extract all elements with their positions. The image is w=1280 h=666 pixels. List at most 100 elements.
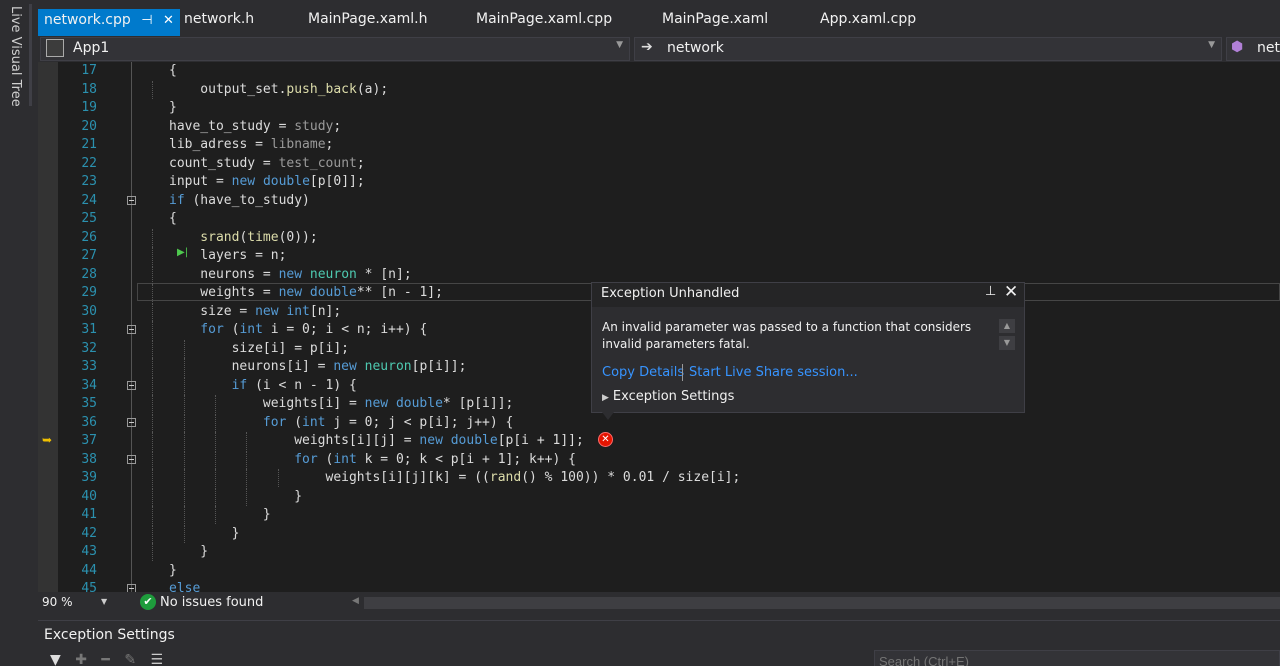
line-number: 18 [81, 81, 97, 97]
code-text: } [262, 507, 271, 522]
indent-guide [152, 80, 154, 99]
code-line[interactable]: 39 weights[i][j][k] = ((rand() % 100)) * … [38, 469, 1280, 487]
member-dropdown[interactable]: ⬢ netwo [1226, 37, 1280, 61]
line-number: 38 [81, 451, 97, 467]
code-line[interactable]: 28 neurons = new neuron * [n]; [38, 265, 1280, 284]
code-line[interactable]: 19} [38, 99, 1280, 117]
indent-guide [152, 247, 154, 265]
code-line[interactable]: 37 weights[i][j] = new double[p[i + 1]]; [38, 432, 1280, 450]
close-icon[interactable]: ✕ [1004, 282, 1018, 302]
execution-pointer-icon[interactable]: ➥ [42, 433, 52, 447]
zoom-level[interactable]: 90 % [42, 595, 73, 609]
code-text: count_study = test_count; [169, 155, 365, 171]
code-line[interactable]: 25 { [38, 210, 1280, 228]
collapse-icon[interactable] [127, 325, 136, 334]
code-text: size = new int[n]; [200, 303, 342, 319]
exception-settings-label: Exception Settings [612, 389, 735, 404]
code-line[interactable]: 24 if (have_to_study) [38, 192, 1280, 210]
indent-guide [152, 265, 154, 284]
tab-network-cpp[interactable]: network.cpp ⊣ ✕ [38, 9, 180, 36]
filter-icon[interactable]: ▼ [50, 652, 61, 666]
indent-guide [214, 413, 216, 432]
tab-app-xaml-cpp[interactable]: App.xaml.cpp [820, 9, 916, 33]
collapse-icon[interactable] [127, 417, 136, 427]
chevron-down-icon[interactable]: ▼ [101, 597, 107, 606]
indent-guide [152, 413, 154, 432]
scroll-up-icon[interactable]: ▲ [999, 319, 1015, 333]
caret-right-icon: ▶ [602, 393, 609, 403]
search-input[interactable] [875, 652, 1279, 666]
pin-icon[interactable]: ⊣ [141, 13, 152, 28]
code-text: if (i < n - 1) { [231, 377, 357, 393]
line-number: 20 [81, 118, 97, 134]
remove-icon[interactable]: ━ [101, 652, 109, 666]
class-icon: ⬢ [1231, 39, 1244, 55]
panel-toolbar: ▼ ✚ ━ ✎ ☰ [50, 652, 173, 666]
indent-guide [214, 450, 216, 469]
live-share-link[interactable]: Start Live Share session... [689, 365, 858, 380]
add-icon[interactable]: ✚ [75, 652, 87, 666]
code-line[interactable]: 22 count_study = test_count; [38, 155, 1280, 173]
exception-settings-toggle[interactable]: ▶ Exception Settings [602, 389, 734, 404]
code-text: } [169, 100, 177, 115]
pin-icon[interactable]: ⊥ [985, 284, 996, 299]
line-number: 19 [81, 100, 97, 115]
search-box[interactable] [874, 650, 1280, 666]
code-line[interactable]: 27 layers = n; [38, 247, 1280, 265]
run-to-click-icon[interactable]: ▶| [177, 247, 188, 258]
project-dropdown[interactable]: App1 ▼ [40, 37, 630, 61]
tab-mainpage-xaml-h[interactable]: MainPage.xaml.h [308, 9, 427, 33]
tab-network-h[interactable]: network.h [184, 9, 254, 33]
line-number: 42 [81, 525, 97, 541]
issues-indicator[interactable]: No issues found [160, 595, 263, 610]
code-line[interactable]: 23 input = new double[p[0]]; [38, 173, 1280, 191]
code-line[interactable]: 42} [38, 524, 1280, 543]
code-text: neurons[i] = new neuron[p[i]]; [231, 359, 467, 374]
code-text: weights[i] = new double* [p[i]]; [262, 396, 514, 411]
edit-icon[interactable]: ✎ [124, 652, 136, 666]
close-icon[interactable]: ✕ [163, 13, 174, 28]
code-line[interactable]: 18 output_set.push_back(a); [38, 80, 1280, 99]
exception-message: An invalid parameter was passed to a fun… [602, 320, 972, 351]
tab-mainpage-xaml[interactable]: MainPage.xaml [662, 9, 768, 33]
code-text: for (int i = 0; i < n; i++) { [200, 322, 428, 337]
code-line[interactable]: 21 lib_adress = libname; [38, 136, 1280, 154]
indent-guide [183, 506, 185, 524]
collapse-icon[interactable] [127, 380, 136, 390]
copy-details-link[interactable]: Copy Details [602, 365, 684, 380]
scope-dropdown[interactable]: ➔ network ▼ [634, 37, 1222, 61]
code-line[interactable]: 26 srand(time(0)); [38, 228, 1280, 247]
line-number: 39 [81, 470, 97, 485]
code-line[interactable]: 36 for (int j = 0; j < p[i]; j++) { [38, 413, 1280, 432]
code-line[interactable]: 40} [38, 487, 1280, 506]
list-icon[interactable]: ☰ [151, 652, 164, 666]
live-visual-tree-tab[interactable]: Live Visual Tree [0, 0, 38, 120]
tab-mainpage-xaml-cpp[interactable]: MainPage.xaml.cpp [476, 9, 612, 33]
scroll-down-icon[interactable]: ▼ [999, 336, 1015, 350]
collapse-icon[interactable] [127, 584, 136, 592]
scroll-left-icon[interactable]: ◀ [352, 596, 359, 606]
code-line[interactable]: 44} [38, 562, 1280, 580]
code-line[interactable]: 17 { [38, 62, 1280, 80]
code-text: } [294, 488, 303, 504]
line-number: 35 [81, 396, 97, 411]
code-line[interactable]: 43} [38, 543, 1280, 561]
line-number: 40 [81, 488, 97, 504]
indent-guide [152, 395, 154, 413]
code-line[interactable]: 45 else [38, 580, 1280, 592]
line-number: 23 [81, 174, 97, 189]
horizontal-scrollbar[interactable] [364, 597, 1280, 609]
indent-guide [183, 376, 185, 395]
indent-guide [152, 450, 154, 469]
collapse-icon[interactable] [127, 454, 136, 464]
code-line[interactable]: 41} [38, 506, 1280, 524]
live-visual-tree-label: Live Visual Tree [8, 6, 23, 107]
code-text: weights[i][j][k] = ((rand() % 100)) * 0.… [325, 470, 741, 485]
chevron-down-icon: ▼ [616, 40, 623, 50]
code-line[interactable]: 20 have_to_study = study; [38, 118, 1280, 136]
code-line[interactable]: 38 for (int k = 0; k < p[i + 1]; k++) { [38, 450, 1280, 469]
indent-guide [152, 376, 154, 395]
exception-popup: Exception Unhandled ⊥ ✕ An invalid param… [591, 282, 1025, 420]
code-text: { [169, 211, 177, 226]
collapse-icon[interactable] [127, 195, 136, 205]
